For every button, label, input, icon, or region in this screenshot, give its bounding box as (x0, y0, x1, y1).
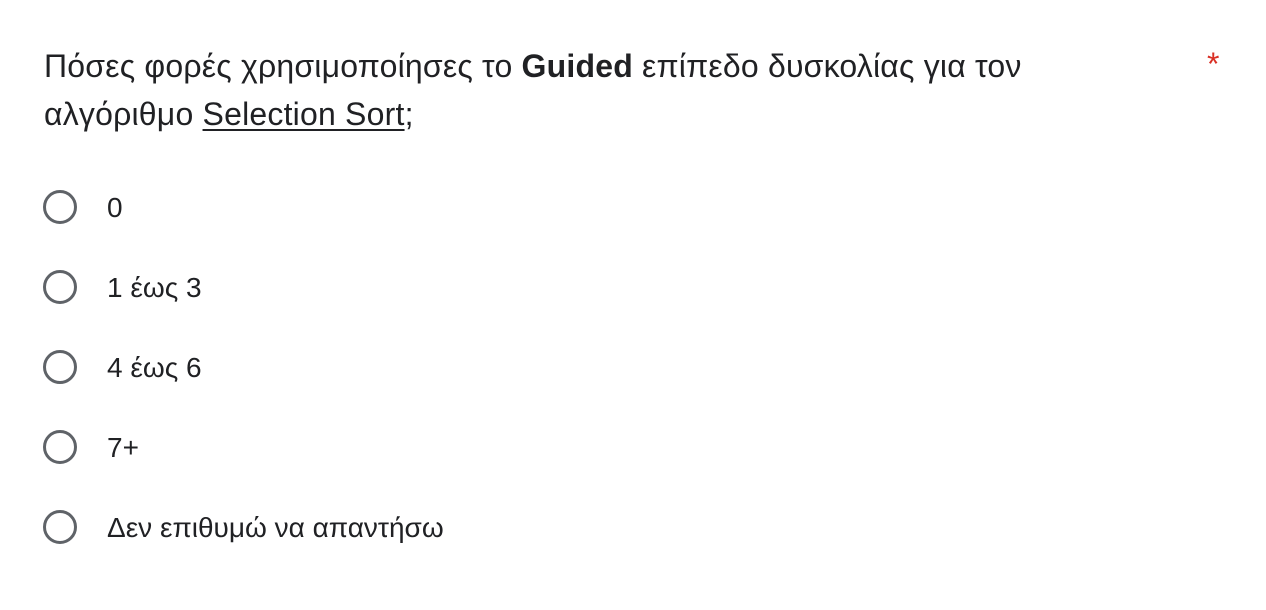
radio-option-0[interactable]: 0 (43, 188, 943, 268)
radio-option-label: 7+ (107, 432, 139, 463)
radio-option-4-to-6[interactable]: 4 έως 6 (43, 348, 943, 428)
radio-option-list: 0 1 έως 3 4 έως 6 7+ Δεν επιθυμώ να απαν… (43, 188, 943, 588)
radio-option-label: Δεν επιθυμώ να απαντήσω (107, 512, 444, 543)
radio-option-7-plus[interactable]: 7+ (43, 428, 943, 508)
radio-option-label: 4 έως 6 (107, 352, 202, 383)
radio-button[interactable] (43, 190, 77, 224)
question-title-prefix: Πόσες φορές χρησιμοποίησες το (44, 48, 522, 84)
question-card: Πόσες φορές χρησιμοποίησες το Guided επί… (0, 0, 1266, 610)
radio-button[interactable] (43, 350, 77, 384)
radio-option-prefer-not-to-answer[interactable]: Δεν επιθυμώ να απαντήσω (43, 508, 943, 588)
question-title-underlined: Selection Sort (202, 96, 405, 132)
required-marker: * (1207, 46, 1220, 82)
radio-option-label: 1 έως 3 (107, 272, 202, 303)
radio-option-label: 0 (107, 192, 123, 223)
radio-button[interactable] (43, 270, 77, 304)
radio-button[interactable] (43, 510, 77, 544)
radio-button[interactable] (43, 430, 77, 464)
question-title-suffix: ; (404, 96, 414, 132)
question-title: Πόσες φορές χρησιμοποίησες το Guided επί… (44, 42, 1154, 138)
radio-option-1-to-3[interactable]: 1 έως 3 (43, 268, 943, 348)
question-title-bold: Guided (521, 48, 633, 84)
